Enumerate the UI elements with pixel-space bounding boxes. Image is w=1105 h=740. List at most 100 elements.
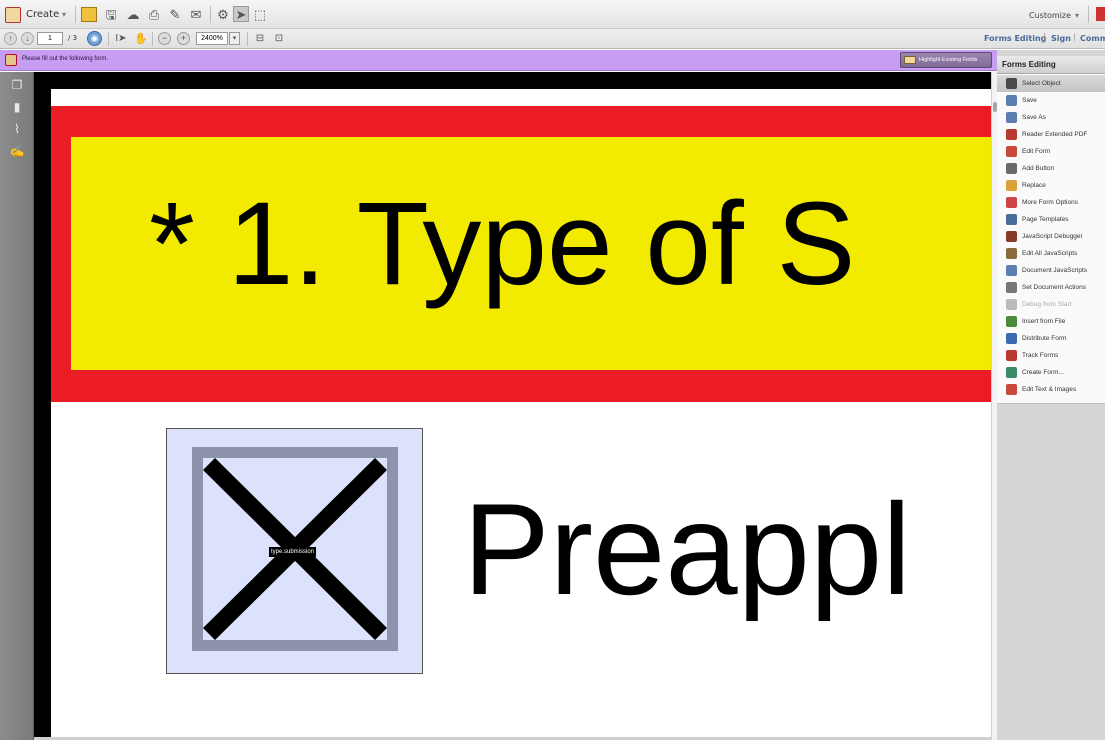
pane-item-edit-all-javascripts[interactable]: Edit All JavaScripts xyxy=(997,245,1105,262)
insert-file-icon xyxy=(1006,316,1017,327)
pane-item-distribute-form[interactable]: Distribute Form xyxy=(997,330,1105,347)
highlight-fields-label: Highlight Existing Fields xyxy=(919,57,978,63)
pane-item-label: Track Forms xyxy=(1022,352,1059,359)
edit-text-icon xyxy=(1006,384,1017,395)
gear-icon[interactable]: ⚙ xyxy=(216,7,230,21)
print-icon[interactable]: ⎙ xyxy=(147,7,161,21)
signatures-icon[interactable]: ✍ xyxy=(10,144,25,158)
pane-item-label: JavaScript Debugger xyxy=(1022,233,1083,240)
pane-item-edit-form[interactable]: Edit Form xyxy=(997,143,1105,160)
pane-item-label: Add Button xyxy=(1022,165,1055,172)
pane-item-label: Save xyxy=(1022,97,1037,104)
toolbar-separator xyxy=(75,6,76,23)
tab-sign[interactable]: Sign xyxy=(1051,34,1071,43)
pane-item-debug-from-start[interactable]: Debug from Start xyxy=(997,296,1105,313)
document-script-icon xyxy=(1006,265,1017,276)
pane-item-save-as[interactable]: Save As xyxy=(997,109,1105,126)
pane-header[interactable]: Forms Editing xyxy=(997,56,1105,74)
arrow-cursor-icon xyxy=(1006,78,1017,89)
pane-item-set-document-actions[interactable]: Set Document Actions xyxy=(997,279,1105,296)
next-page-icon[interactable]: ↓ xyxy=(21,32,34,45)
tab-comment[interactable]: Comme xyxy=(1080,34,1105,43)
highlight-fields-button[interactable]: Highlight Existing Fields xyxy=(900,52,992,68)
pane-item-label: Edit All JavaScripts xyxy=(1022,250,1078,257)
pane-item-label: Set Document Actions xyxy=(1022,284,1086,291)
pane-item-page-templates[interactable]: Page Templates xyxy=(997,211,1105,228)
pane-item-add-button[interactable]: Add Button xyxy=(997,160,1105,177)
toolbar-separator xyxy=(247,32,248,46)
zoom-in-icon[interactable]: + xyxy=(177,32,190,45)
toolbar-separator xyxy=(1088,6,1089,23)
text-select-icon[interactable]: I➤ xyxy=(114,32,128,46)
save-icon[interactable]: 🖫 xyxy=(104,7,118,21)
edit-icon[interactable]: ✎ xyxy=(168,7,182,21)
edit-form-icon xyxy=(1006,146,1017,157)
track-icon xyxy=(1006,350,1017,361)
fit-width-icon[interactable]: ⊟ xyxy=(253,32,267,46)
option-label: Preappl xyxy=(463,476,912,622)
create-menu[interactable]: Create xyxy=(26,9,59,20)
pane-item-document-javascripts[interactable]: Document JavaScripts xyxy=(997,262,1105,279)
pane-item-select-object[interactable]: Select Object xyxy=(997,75,1105,92)
tab-forms-editing[interactable]: Forms Editing xyxy=(984,34,1046,43)
toolbar-separator xyxy=(108,32,109,46)
pane-item-create-form[interactable]: Create Form... xyxy=(997,364,1105,381)
zoom-input[interactable]: 2400% xyxy=(196,32,228,45)
acrobat-window: Create ▾ 🖫 ☁ ⎙ ✎ ✉ ⚙ ➤ ⬚ Customize ▾ ↑ ↓… xyxy=(0,0,1105,740)
email-icon[interactable]: ✉ xyxy=(188,7,204,21)
toolbar-separator xyxy=(210,6,211,23)
pane-item-edit-text-images[interactable]: Edit Text & Images xyxy=(997,381,1105,398)
replace-icon xyxy=(1006,180,1017,191)
pane-item-label: Edit Text & Images xyxy=(1022,386,1077,393)
attachments-icon[interactable]: ⌇ xyxy=(10,122,24,136)
pdf-icon xyxy=(1006,129,1017,140)
cloud-icon[interactable]: ☁ xyxy=(125,7,141,21)
pane-item-label: Page Templates xyxy=(1022,216,1069,223)
pane-item-track-forms[interactable]: Track Forms xyxy=(997,347,1105,364)
customize-menu[interactable]: Customize xyxy=(1029,11,1071,20)
create-pdf-icon[interactable] xyxy=(5,7,21,23)
main-toolbar: Create ▾ 🖫 ☁ ⎙ ✎ ✉ ⚙ ➤ ⬚ Customize ▾ xyxy=(0,0,1105,29)
pane-item-reader-extended-pdf[interactable]: Reader Extended PDF xyxy=(997,126,1105,143)
select-arrow-icon[interactable]: ➤ xyxy=(233,6,249,22)
page-icon xyxy=(1006,214,1017,225)
page-nav-icon[interactable]: ◉ xyxy=(87,31,102,46)
page-number-input[interactable]: 1 xyxy=(37,32,63,45)
extra-tool-icon[interactable] xyxy=(1096,7,1105,21)
zoom-out-icon[interactable]: − xyxy=(158,32,171,45)
highlight-icon xyxy=(904,56,916,64)
pdf-page: * 1. Type of S type.submission Preappl xyxy=(51,89,991,740)
forms-editing-pane: Forms Editing Select Object Save Save As Re… xyxy=(997,50,1105,740)
toolbox-icon xyxy=(1006,197,1017,208)
pane-item-replace[interactable]: Replace xyxy=(997,177,1105,194)
tab-separator: | xyxy=(1043,32,1046,41)
pane-item-save[interactable]: Save xyxy=(997,92,1105,109)
form-info-bar: Please fill out the following form. xyxy=(0,50,997,71)
pane-item-label: Document JavaScripts xyxy=(1022,267,1088,274)
pane-item-label: Edit Form xyxy=(1022,148,1051,155)
form-icon xyxy=(5,54,17,66)
pane-item-label: Select Object xyxy=(1022,80,1061,87)
previous-page-icon[interactable]: ↑ xyxy=(4,32,17,45)
pages-icon[interactable]: ❐ xyxy=(10,78,24,92)
toolbar-separator xyxy=(152,32,153,46)
chevron-down-icon[interactable]: ▾ xyxy=(1075,11,1079,20)
zoom-dropdown-icon[interactable]: ▾ xyxy=(229,32,240,45)
chevron-down-icon[interactable]: ▾ xyxy=(62,10,66,19)
pane-item-label: More Form Options xyxy=(1022,199,1078,206)
pane-item-label: Debug from Start xyxy=(1022,301,1072,308)
pane-item-javascript-debugger[interactable]: JavaScript Debugger xyxy=(997,228,1105,245)
pane-item-more-form-options[interactable]: More Form Options xyxy=(997,194,1105,211)
pane-item-label: Create Form... xyxy=(1022,369,1064,376)
pane-item-insert-from-file[interactable]: Insert from File xyxy=(997,313,1105,330)
open-folder-icon[interactable] xyxy=(81,7,97,22)
hand-tool-icon[interactable]: ✋ xyxy=(134,32,148,46)
debug-icon xyxy=(1006,299,1017,310)
select-object-icon[interactable]: ⬚ xyxy=(253,7,267,21)
pane-item-label: Save As xyxy=(1022,114,1046,121)
document-view[interactable]: * 1. Type of S type.submission Preappl xyxy=(34,72,991,740)
field-name-tag: type.submission xyxy=(269,547,317,557)
fit-page-icon[interactable]: ⊡ xyxy=(272,32,286,46)
bookmarks-icon[interactable]: ▮ xyxy=(10,100,24,114)
save-as-icon xyxy=(1006,112,1017,123)
